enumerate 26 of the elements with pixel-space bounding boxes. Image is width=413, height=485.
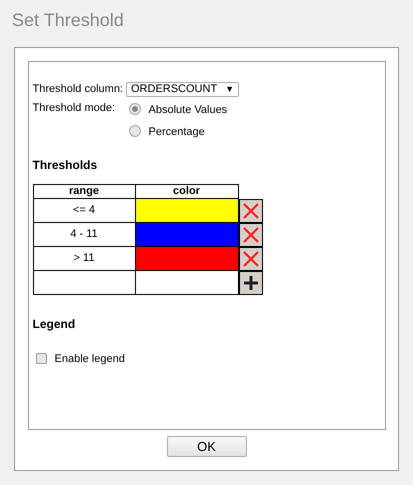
radio-label: Percentage	[148, 124, 205, 140]
radio-label: Absolute Values	[148, 102, 228, 118]
radio-button[interactable]	[128, 102, 140, 114]
delete-button[interactable]	[238, 246, 262, 270]
table-cell: <= 4	[32, 198, 136, 222]
checkbox[interactable]	[36, 353, 46, 364]
table-cell: > 11	[32, 246, 136, 270]
section-heading: Thresholds	[32, 156, 98, 174]
close-icon	[242, 226, 260, 244]
close-icon	[242, 250, 260, 268]
delete-button[interactable]	[238, 222, 262, 246]
add-button[interactable]	[238, 270, 262, 294]
radio-button[interactable]	[128, 124, 140, 136]
field-label: Threshold mode:	[32, 100, 116, 116]
delete-button[interactable]	[238, 198, 262, 222]
ok-button[interactable]: OK	[166, 436, 246, 457]
checkbox-label: Enable legend	[54, 352, 125, 366]
column-header: color	[136, 184, 238, 198]
section-heading: Legend	[32, 316, 76, 332]
plus-icon	[242, 274, 258, 290]
column-dropdown[interactable]: ORDERSCOUNT ▼	[126, 82, 240, 97]
dialog-title: Set Threshold	[11, 9, 125, 32]
table-cell: 4 - 11	[32, 222, 136, 246]
field-label: Threshold column:	[32, 82, 123, 97]
column-header: range	[32, 184, 136, 198]
close-icon	[242, 202, 260, 220]
